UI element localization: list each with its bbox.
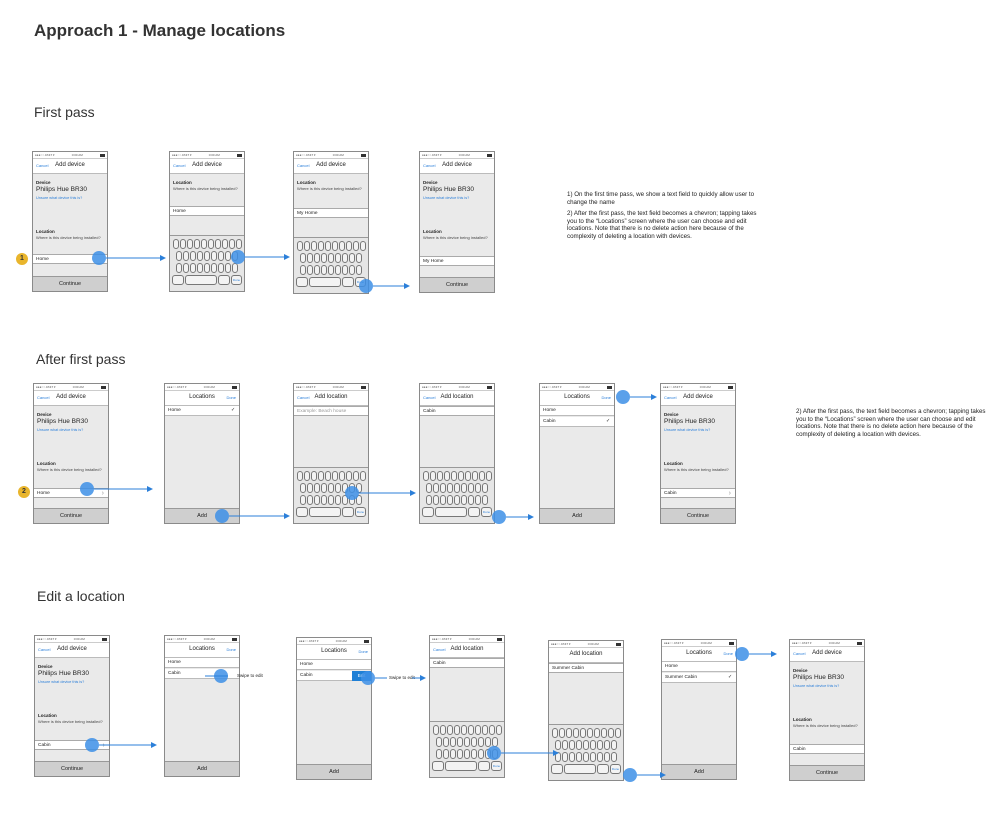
tap-indicator bbox=[231, 250, 245, 264]
tap-indicator bbox=[623, 768, 637, 782]
tap-indicator bbox=[359, 279, 373, 293]
tap-indicator bbox=[345, 486, 359, 500]
tap-indicator bbox=[215, 509, 229, 523]
tap-indicator bbox=[487, 746, 501, 760]
tap-indicator bbox=[492, 510, 506, 524]
tap-indicator bbox=[616, 390, 630, 404]
tap-indicator bbox=[85, 738, 99, 752]
tap-indicator bbox=[735, 647, 749, 661]
tap-indicator bbox=[92, 251, 106, 265]
tap-indicator bbox=[80, 482, 94, 496]
flow-overlay bbox=[80, 250, 777, 782]
tap-indicator bbox=[361, 671, 375, 685]
